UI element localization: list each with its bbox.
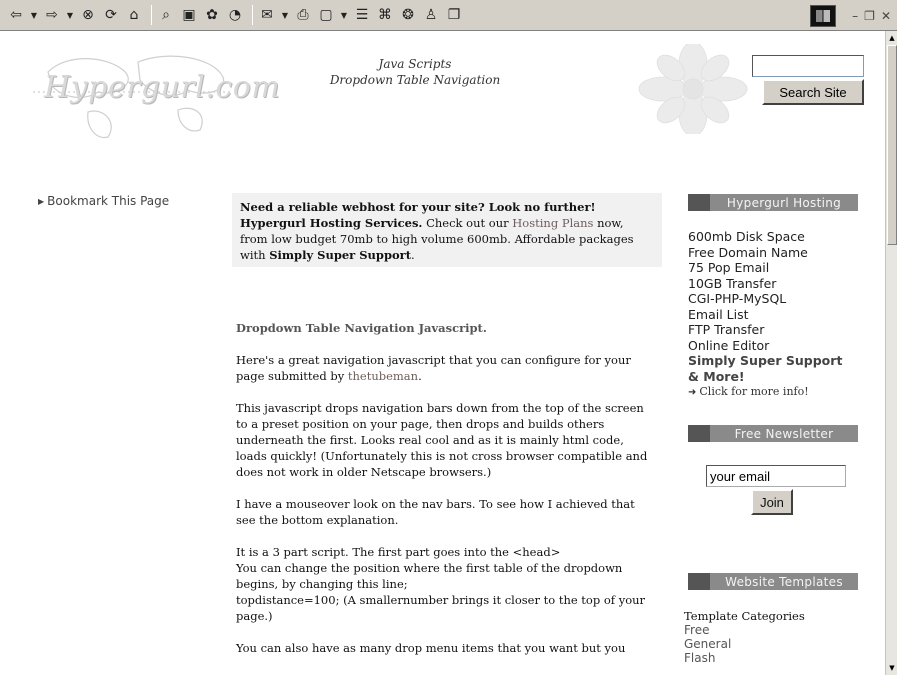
paragraph-line: You can change the position where the fi… [236, 561, 623, 591]
flower-decoration-icon [638, 44, 748, 134]
minimize-icon[interactable]: – [852, 9, 858, 23]
stop-icon[interactable]: ⊗ [78, 5, 98, 25]
list-item: 600mb Disk Space [688, 229, 805, 244]
history-icon[interactable]: ◔ [225, 5, 245, 25]
logo-text: Hypergurl.com [44, 70, 281, 105]
mail-dropdown-icon[interactable]: ▼ [280, 5, 290, 25]
list-item: Email List [688, 306, 749, 322]
page-title-line1: Java Scripts [378, 57, 452, 71]
support-line: Simply Super Support [688, 353, 843, 368]
article: Dropdown Table Navigation Javascript. He… [236, 320, 656, 672]
ad-end: . [411, 248, 415, 262]
site-logo[interactable]: Hypergurl.com [28, 42, 280, 142]
search-input[interactable] [752, 55, 864, 77]
ad-brand: Hypergurl Hosting Services. [240, 216, 423, 230]
article-paragraph: You can also have as many drop menu item… [236, 641, 626, 655]
join-button[interactable]: Join [751, 489, 793, 515]
newsletter-email-input[interactable] [706, 465, 846, 487]
more-info-link[interactable]: ➜ Click for more info! [688, 384, 868, 401]
research-icon[interactable]: ⌘ [375, 5, 395, 25]
template-category-link[interactable]: Free [684, 623, 864, 637]
window-controls: – ❐ ✕ [805, 0, 897, 31]
list-item: Free Domain Name [688, 244, 808, 260]
more-line: & More! [688, 368, 745, 384]
favorites-icon[interactable]: ▣ [179, 5, 199, 25]
article-heading: Dropdown Table Navigation Javascript. [236, 321, 487, 335]
list-item: FTP Transfer [688, 322, 765, 337]
hosting-heading: Hypergurl Hosting [688, 194, 858, 211]
scroll-thumb[interactable] [887, 45, 897, 245]
scroll-up-icon[interactable]: ▲ [887, 33, 897, 43]
paragraph-end: . [418, 369, 422, 383]
article-paragraph: This javascript drops navigation bars do… [236, 401, 648, 479]
article-paragraph: I have a mouseover look on the nav bars.… [236, 497, 635, 527]
back-dropdown-icon[interactable]: ▼ [29, 5, 39, 25]
templates-label: Template Categories [684, 609, 805, 623]
arrow-right-icon: ➜ [688, 387, 697, 398]
more-info-label: Click for more info! [699, 385, 809, 398]
paragraph-text: Here's a great navigation javascript tha… [236, 353, 631, 383]
forward-icon[interactable]: ⇨ [42, 5, 62, 25]
triangle-right-icon: ▶ [38, 197, 45, 206]
edit-dropdown-icon[interactable]: ▼ [339, 5, 349, 25]
ad-text: Check out our [422, 216, 513, 230]
template-category-link[interactable]: Flash [684, 651, 864, 665]
paragraph-line: It is a 3 part script. The first part go… [236, 545, 561, 559]
search-icon[interactable]: ⌕ [156, 5, 176, 25]
templates-heading: Website Templates [688, 573, 858, 590]
list-item: CGI-PHP-MySQL [688, 291, 787, 306]
page-title: Java Scripts Dropdown Table Navigation [320, 56, 510, 88]
paragraph-line: topdistance=100; (A smallernumber brings… [236, 593, 646, 623]
bookmark-label: Bookmark This Page [47, 194, 170, 208]
fullscreen-icon[interactable]: ❐ [444, 5, 464, 25]
hosting-ad-box: Need a reliable webhost for your site? L… [232, 193, 662, 267]
search-site-button[interactable]: Search Site [762, 79, 864, 105]
back-icon[interactable]: ⇦ [6, 5, 26, 25]
ad-headline: Need a reliable webhost for your site? L… [240, 200, 596, 214]
scroll-down-icon[interactable]: ▼ [887, 663, 897, 673]
bookmark-link[interactable]: ▶ Bookmark This Page [38, 194, 169, 208]
hosting-plans-link[interactable]: Hosting Plans [512, 216, 593, 230]
close-icon[interactable]: ✕ [881, 9, 891, 23]
refresh-icon[interactable]: ⟳ [101, 5, 121, 25]
article-paragraph: It is a 3 part script. The first part go… [236, 544, 656, 624]
discuss-icon[interactable]: ☰ [352, 5, 372, 25]
media-icon[interactable]: ✿ [202, 5, 222, 25]
page-title-line2: Dropdown Table Navigation [329, 73, 501, 87]
article-paragraph: Here's a great navigation javascript tha… [236, 352, 656, 384]
home-icon[interactable]: ⌂ [124, 5, 144, 25]
browser-toolbar: ⇦ ▼ ⇨ ▼ ⊗ ⟳ ⌂ ⌕ ▣ ✿ ◔ ✉ ▼ ⎙ ▢ ▼ ☰ ⌘ ❂ ♙ … [0, 0, 897, 31]
templates-list: Template Categories Free General Flash [684, 609, 864, 665]
windows-logo-icon [810, 4, 837, 27]
list-item: 10GB Transfer [688, 275, 777, 291]
ad-support: Simply Super Support [269, 248, 412, 262]
messenger-icon[interactable]: ❂ [398, 5, 418, 25]
list-item: Online Editor [688, 337, 770, 353]
template-category-link[interactable]: General [684, 637, 864, 651]
toolbar-separator [151, 5, 152, 25]
vertical-scrollbar[interactable]: ▲ ▼ [885, 31, 897, 675]
edit-icon[interactable]: ▢ [316, 5, 336, 25]
newsletter-heading: Free Newsletter [688, 425, 858, 442]
print-icon[interactable]: ⎙ [293, 5, 313, 25]
restore-icon[interactable]: ❐ [864, 9, 875, 23]
thetubeman-link[interactable]: thetubeman [348, 369, 418, 383]
hosting-features-list: 600mb Disk Space Free Domain Name 75 Pop… [688, 229, 868, 401]
forward-dropdown-icon[interactable]: ▼ [65, 5, 75, 25]
mail-icon[interactable]: ✉ [257, 5, 277, 25]
toolbar-separator [252, 5, 253, 25]
list-item: 75 Pop Email [688, 260, 770, 275]
user-icon[interactable]: ♙ [421, 5, 441, 25]
